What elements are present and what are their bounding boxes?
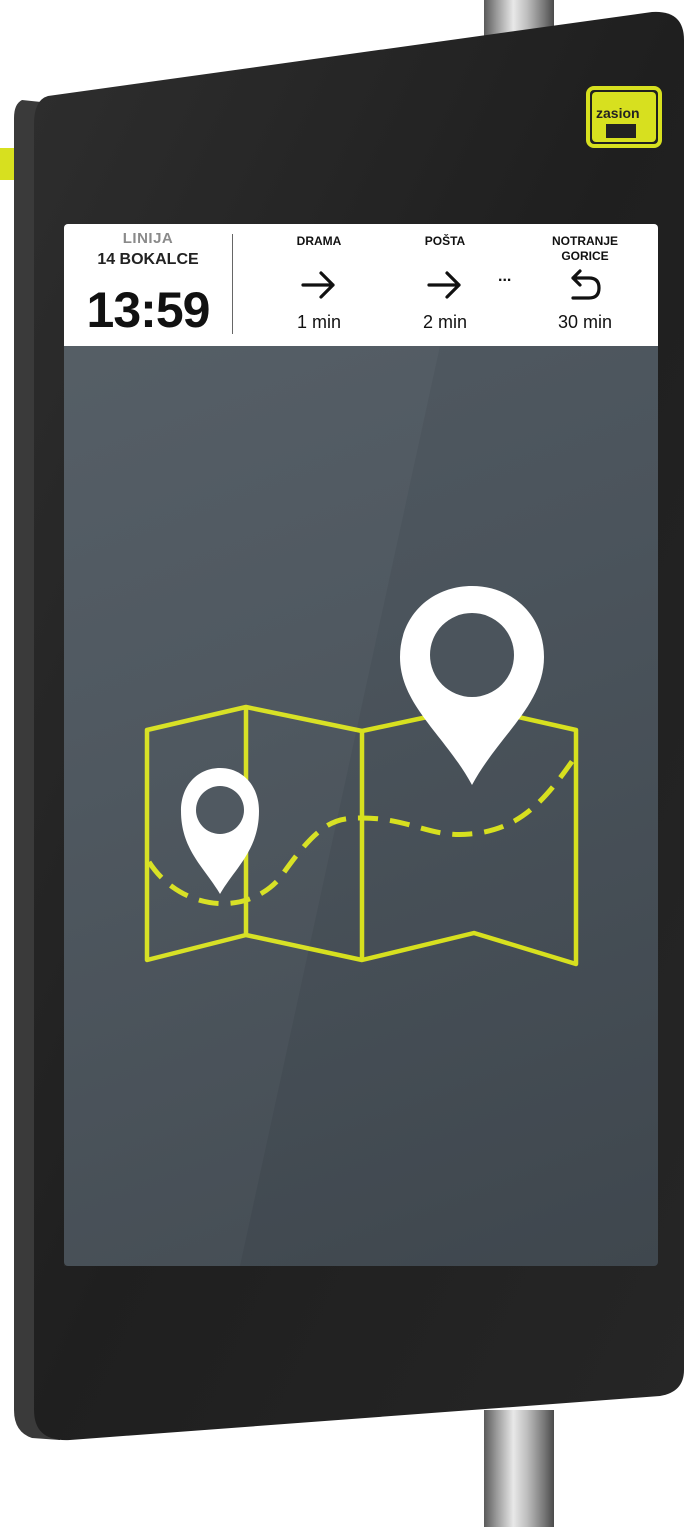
map-illustration bbox=[144, 586, 579, 967]
large-map-pin-icon bbox=[400, 586, 544, 785]
